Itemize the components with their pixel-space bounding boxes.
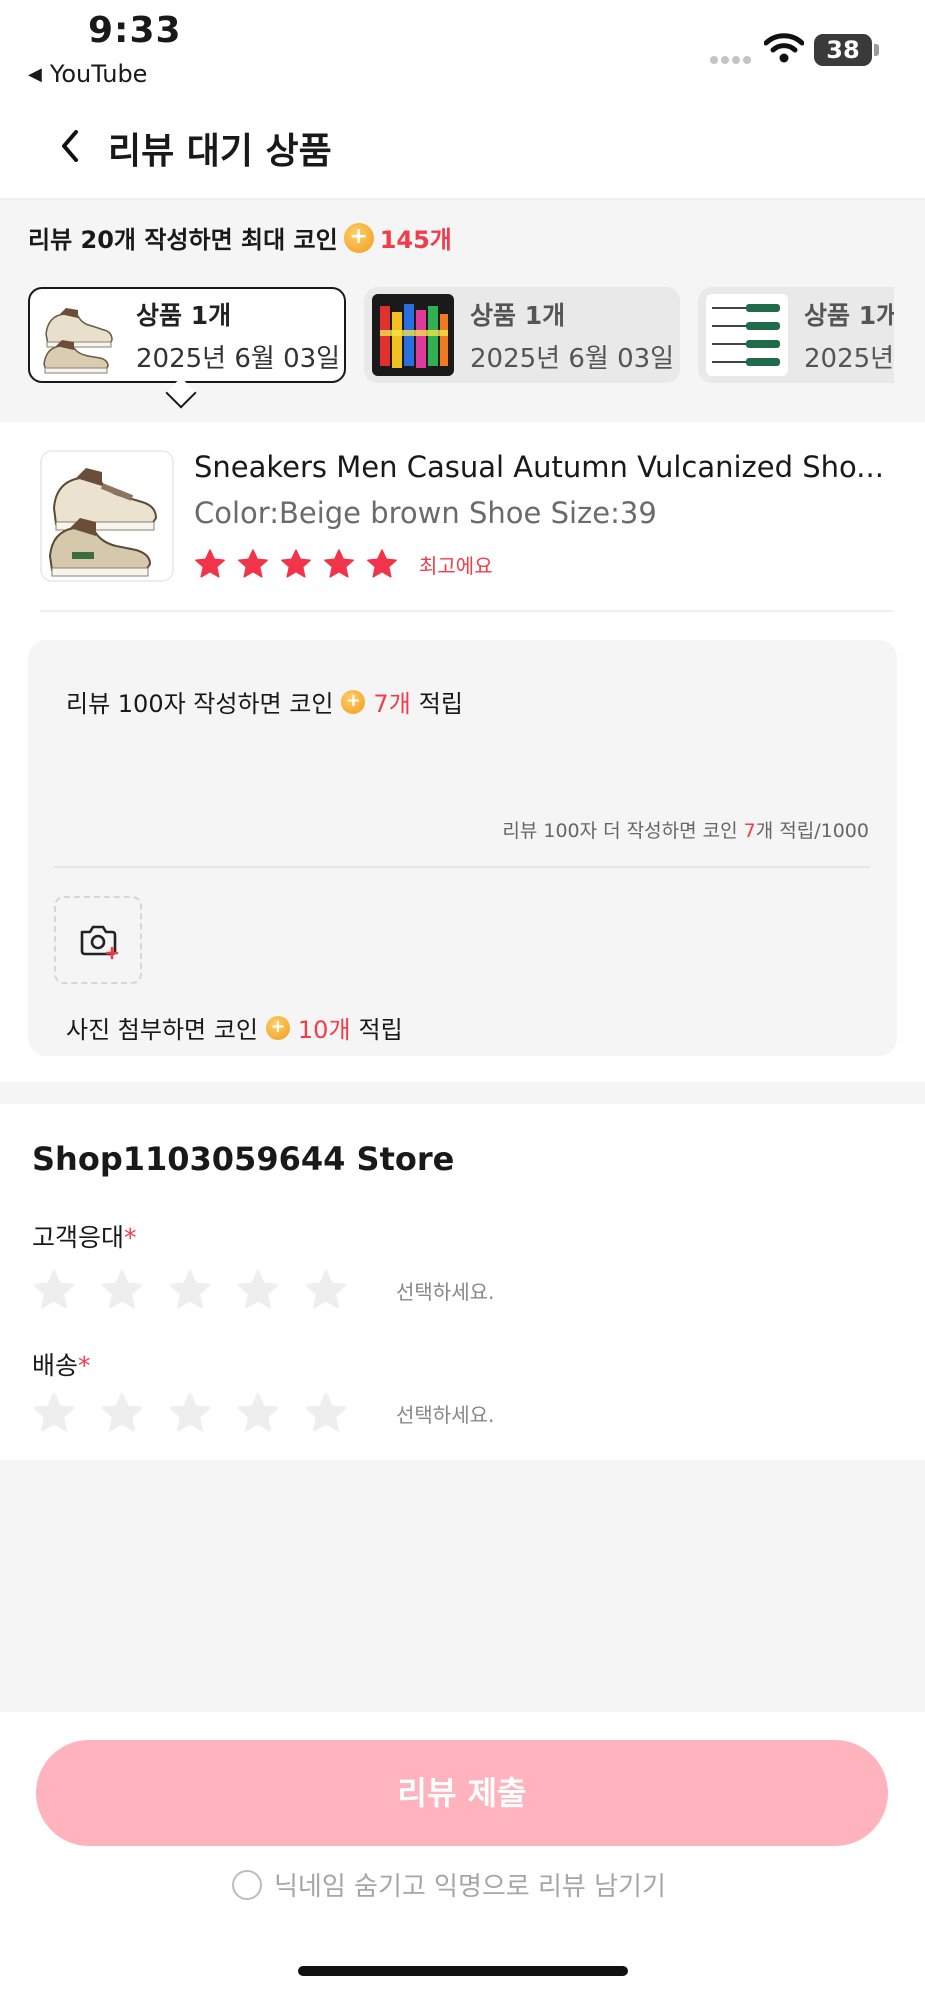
pending-item-count: 상품 1개: [136, 300, 232, 330]
rating-label-delivery: 배송*: [32, 1346, 91, 1382]
photo-hint-amount: 10개: [297, 1016, 351, 1044]
star-icon-empty[interactable]: [168, 1391, 212, 1435]
anonymous-label: 닉네임 숨기고 익명으로 리뷰 남기기: [274, 1872, 666, 1902]
camera-plus-icon: [80, 925, 119, 960]
product-thumbnail: [372, 294, 454, 376]
back-chevron-icon[interactable]: [52, 124, 92, 168]
pending-item-count: 상품 1개: [470, 300, 566, 330]
star-icon-empty[interactable]: [236, 1391, 280, 1435]
counter-suffix: 개 적립/1000: [755, 820, 869, 842]
star-icon-empty[interactable]: [32, 1391, 76, 1435]
back-app-label: YouTube: [49, 60, 148, 88]
anonymous-review-option[interactable]: 닉네임 숨기고 익명으로 리뷰 남기기: [232, 1866, 666, 1903]
product-rating: 최고에요: [194, 548, 493, 580]
promo-text: 리뷰 20개 작성하면 최대 코인: [28, 226, 338, 254]
product-thumbnail: [706, 294, 788, 376]
star-icon-empty[interactable]: [236, 1268, 280, 1312]
review-box-divider: [54, 866, 870, 868]
store-name: Shop1103059644 Store: [32, 1140, 455, 1178]
star-icon-empty[interactable]: [100, 1391, 144, 1435]
cellular-signal-icon: [710, 56, 751, 64]
character-counter: 리뷰 100자 더 작성하면 코인 7개 적립/1000: [500, 816, 869, 843]
review-hint-suffix: 적립: [418, 690, 463, 718]
star-icon-empty[interactable]: [304, 1268, 348, 1312]
pending-item-card[interactable]: 상품 1개 2025년 6월 03일: [28, 287, 346, 383]
rating-placeholder: 선택하세요.: [396, 1402, 495, 1427]
star-icon-empty[interactable]: [32, 1268, 76, 1312]
divider: [40, 610, 894, 612]
battery-icon: 38: [814, 34, 872, 66]
required-asterisk: *: [78, 1351, 91, 1380]
pending-item-text: 상품 1개 2025년 6월 03일: [136, 296, 340, 375]
product-name: Sneakers Men Casual Autumn Vulcanized Sh…: [194, 450, 884, 484]
pending-item-count: 상품 1개: [804, 300, 894, 330]
empty-area: [0, 1460, 925, 1712]
star-icon-filled[interactable]: [237, 548, 269, 580]
counter-text: 리뷰 100자 더 작성하면 코인: [502, 820, 738, 842]
add-photo-button[interactable]: [54, 896, 142, 984]
coin-icon: [265, 1015, 290, 1040]
pending-item-card[interactable]: 상품 1개 2025년 6월 03일: [364, 287, 680, 383]
back-to-app-link[interactable]: ◀ YouTube: [28, 60, 147, 88]
section-gap: [0, 1082, 925, 1104]
counter-amount: 7: [743, 820, 756, 842]
page-title: 리뷰 대기 상품: [108, 131, 332, 172]
promo-banner: 리뷰 20개 작성하면 최대 코인 145개: [28, 220, 452, 255]
photo-hint-suffix: 적립: [358, 1016, 403, 1044]
back-triangle-icon: ◀: [28, 63, 42, 85]
delivery-star-rating: 선택하세요.: [32, 1391, 494, 1435]
review-hint-amount: 7개: [373, 690, 411, 718]
pending-item-date: 2025년 6월 03일: [470, 343, 675, 374]
rating-label-service: 고객응대*: [32, 1218, 137, 1254]
photo-hint: 사진 첨부하면 코인 10개 적립: [66, 1010, 403, 1045]
star-icon-filled[interactable]: [366, 548, 398, 580]
coin-icon: [343, 222, 374, 253]
star-icon-filled[interactable]: [194, 548, 226, 580]
pending-item-date: 2025년: [804, 343, 894, 374]
star-icon-filled[interactable]: [280, 548, 312, 580]
star-icon-empty[interactable]: [100, 1268, 144, 1312]
rating-title: 배송: [32, 1351, 79, 1380]
promo-amount: 145개: [379, 226, 452, 254]
coin-icon: [341, 689, 366, 714]
pending-item-card[interactable]: 상품 1개 2025년: [698, 287, 894, 383]
pending-item-date: 2025년 6월 03일: [136, 343, 341, 374]
product-image: [40, 450, 174, 582]
battery-cap: [874, 44, 879, 56]
product-thumbnail: [38, 294, 120, 376]
review-placeholder: 리뷰 100자 작성하면 코인 7개 적립: [66, 684, 463, 719]
pending-item-text: 상품 1개 2025년 6월 03일: [470, 296, 674, 375]
star-icon-empty[interactable]: [304, 1391, 348, 1435]
rating-label: 최고에요: [419, 553, 493, 578]
product-option: Color:Beige brown Shoe Size:39: [194, 496, 657, 530]
wifi-icon: [764, 33, 804, 63]
review-hint-text: 리뷰 100자 작성하면 코인: [66, 690, 334, 718]
home-indicator: [298, 1966, 628, 1976]
submit-review-button[interactable]: 리뷰 제출: [36, 1740, 888, 1846]
anonymous-radio[interactable]: [232, 1869, 262, 1900]
service-star-rating: 선택하세요.: [32, 1268, 494, 1312]
pending-item-text: 상품 1개 2025년: [804, 296, 894, 375]
rating-title: 고객응대: [32, 1223, 125, 1252]
star-icon-empty[interactable]: [168, 1268, 212, 1312]
photo-hint-text: 사진 첨부하면 코인: [66, 1016, 258, 1044]
rating-placeholder: 선택하세요.: [396, 1279, 495, 1304]
status-time: 9:33: [88, 10, 182, 51]
required-asterisk: *: [124, 1223, 137, 1252]
star-icon-filled[interactable]: [323, 548, 355, 580]
